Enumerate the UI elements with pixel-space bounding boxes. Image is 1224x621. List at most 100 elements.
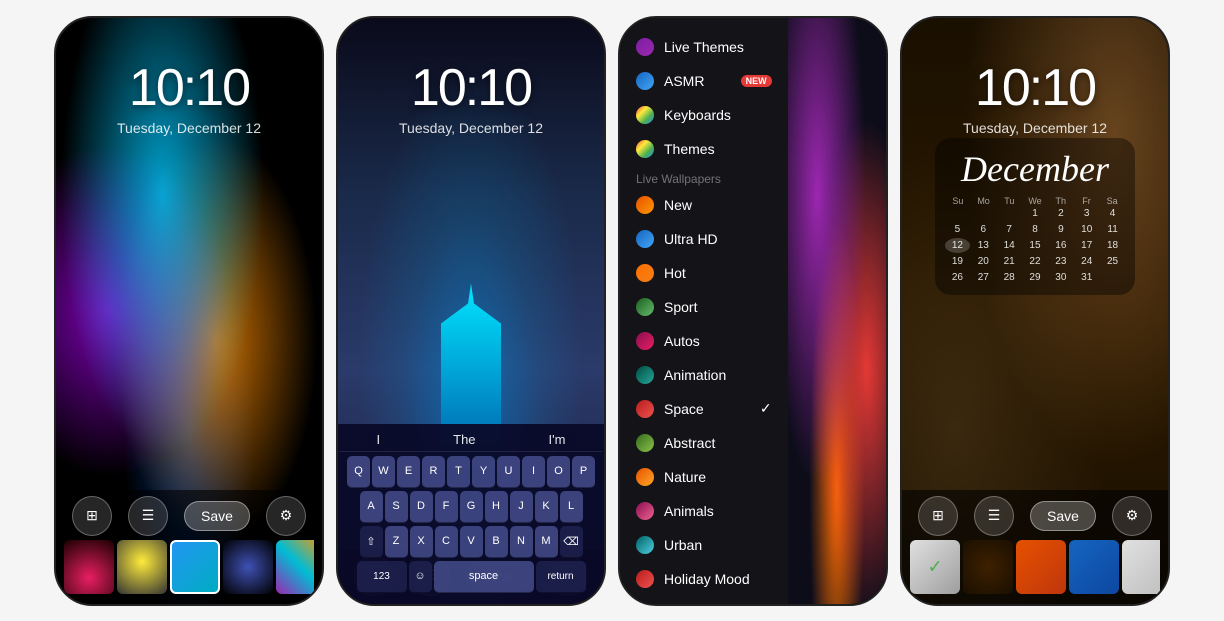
cal-cell-3: 3 — [1074, 206, 1099, 221]
menu-item-new[interactable]: New — [620, 188, 788, 222]
grid-icon-btn-4[interactable]: ⊞ — [918, 496, 958, 536]
key-j[interactable]: J — [510, 491, 533, 523]
cal-cell-empty-3 — [997, 206, 1022, 221]
key-t[interactable]: T — [447, 456, 470, 488]
list-icon-btn-4[interactable]: ☰ — [974, 496, 1014, 536]
key-n[interactable]: N — [510, 526, 533, 558]
cal-cell-7: 7 — [997, 222, 1022, 237]
thumb-4-5[interactable] — [1122, 540, 1160, 594]
menu-item-ultrahd[interactable]: Ultra HD — [620, 222, 788, 256]
key-m[interactable]: M — [535, 526, 558, 558]
dot-themes — [636, 140, 654, 158]
thumb-4-1[interactable]: ✓ — [910, 540, 960, 594]
key-row-3: ⇧ Z X C V B N M ⌫ — [340, 526, 602, 558]
right-space-wallpaper — [788, 18, 886, 604]
key-q[interactable]: Q — [347, 456, 370, 488]
keyboard: I The I'm Q W E R T Y U I O P A — [338, 424, 604, 604]
menu-item-holiday[interactable]: Holiday Mood — [620, 562, 788, 596]
menu-item-autos[interactable]: Autos — [620, 324, 788, 358]
key-shift[interactable]: ⇧ — [360, 526, 383, 558]
menu-item-space[interactable]: Space ✓ — [620, 392, 788, 426]
key-123[interactable]: 123 — [357, 561, 407, 593]
key-l[interactable]: L — [560, 491, 583, 523]
key-e[interactable]: E — [397, 456, 420, 488]
key-c[interactable]: C — [435, 526, 458, 558]
phone-frame-2: 10:10 Tuesday, December 12 ⊞ ☰ Save ⚙ I … — [336, 16, 606, 606]
dot-sport — [636, 298, 654, 316]
thumb-4-3[interactable] — [1016, 540, 1066, 594]
menu-label-keyboards: Keyboards — [664, 107, 731, 123]
screen3-bg: Live Themes ASMR NEW Keyboards Themes Li… — [620, 18, 886, 604]
cal-cell-2: 2 — [1048, 206, 1073, 221]
cal-header-we: We — [1022, 196, 1048, 206]
suggestion-2[interactable]: The — [453, 432, 475, 447]
key-emoji[interactable]: ☺ — [409, 561, 432, 593]
key-b[interactable]: B — [485, 526, 508, 558]
cal-header-su: Su — [945, 196, 971, 206]
thumb-1-1[interactable] — [64, 540, 114, 594]
menu-item-animals[interactable]: Animals — [620, 494, 788, 528]
key-f[interactable]: F — [435, 491, 458, 523]
menu-label-holiday: Holiday Mood — [664, 571, 750, 587]
menu-item-urban[interactable]: Urban — [620, 528, 788, 562]
key-backspace[interactable]: ⌫ — [560, 526, 583, 558]
screen1-time-overlay: 10:10 Tuesday, December 12 — [56, 58, 322, 136]
menu-label-sport: Sport — [664, 299, 697, 315]
key-k[interactable]: K — [535, 491, 558, 523]
list-icon-btn[interactable]: ☰ — [128, 496, 168, 536]
thumb-1-2[interactable] — [117, 540, 167, 594]
thumb-1-4[interactable] — [223, 540, 273, 594]
thumbnails-row-1 — [64, 540, 314, 596]
menu-item-asmr[interactable]: ASMR NEW — [620, 64, 788, 98]
key-h[interactable]: H — [485, 491, 508, 523]
gear-icon-btn-1[interactable]: ⚙ — [266, 496, 306, 536]
save-button-1[interactable]: Save — [184, 501, 250, 531]
key-space[interactable]: space — [434, 561, 534, 593]
thumb-4-2[interactable] — [963, 540, 1013, 594]
key-i[interactable]: I — [522, 456, 545, 488]
key-r[interactable]: R — [422, 456, 445, 488]
app-store-screenshots: 10:10 Tuesday, December 12 ⊞ ☰ Save ⚙ — [0, 0, 1224, 621]
key-g[interactable]: G — [460, 491, 483, 523]
menu-item-sport[interactable]: Sport — [620, 290, 788, 324]
key-a[interactable]: A — [360, 491, 383, 523]
key-y[interactable]: Y — [472, 456, 495, 488]
thumb-1-5[interactable] — [276, 540, 314, 594]
dot-urban — [636, 536, 654, 554]
grid-icon-btn[interactable]: ⊞ — [72, 496, 112, 536]
menu-item-abstract[interactable]: Abstract — [620, 426, 788, 460]
key-p[interactable]: P — [572, 456, 595, 488]
key-s[interactable]: S — [385, 491, 408, 523]
suggestion-1[interactable]: I — [377, 432, 381, 447]
key-d[interactable]: D — [410, 491, 433, 523]
key-w[interactable]: W — [372, 456, 395, 488]
key-return[interactable]: return — [536, 561, 586, 593]
cal-cell-19: 19 — [945, 254, 970, 269]
cal-cell-25: 25 — [1100, 254, 1125, 269]
key-u[interactable]: U — [497, 456, 520, 488]
key-x[interactable]: X — [410, 526, 433, 558]
cal-cell-14: 14 — [997, 238, 1022, 253]
dot-holiday — [636, 570, 654, 588]
save-button-4[interactable]: Save — [1030, 501, 1096, 531]
thumb-4-4[interactable] — [1069, 540, 1119, 594]
phone-frame-1: 10:10 Tuesday, December 12 ⊞ ☰ Save ⚙ — [54, 16, 324, 606]
thumb-1-3[interactable] — [170, 540, 220, 594]
key-v[interactable]: V — [460, 526, 483, 558]
suggestion-3[interactable]: I'm — [549, 432, 566, 447]
cal-header-mo: Mo — [971, 196, 997, 206]
menu-item-nature[interactable]: Nature — [620, 460, 788, 494]
menu-item-keyboards[interactable]: Keyboards — [620, 98, 788, 132]
menu-label-animals: Animals — [664, 503, 714, 519]
key-z[interactable]: Z — [385, 526, 408, 558]
cal-cell-27: 27 — [971, 270, 996, 285]
screen2-time-overlay: 10:10 Tuesday, December 12 — [338, 58, 604, 136]
menu-item-live-themes[interactable]: Live Themes — [620, 30, 788, 64]
menu-item-themes[interactable]: Themes — [620, 132, 788, 166]
cal-cell-31: 31 — [1074, 270, 1099, 285]
menu-label-hot: Hot — [664, 265, 686, 281]
menu-item-hot[interactable]: Hot — [620, 256, 788, 290]
key-o[interactable]: O — [547, 456, 570, 488]
gear-icon-btn-4[interactable]: ⚙ — [1112, 496, 1152, 536]
menu-item-animation[interactable]: Animation — [620, 358, 788, 392]
